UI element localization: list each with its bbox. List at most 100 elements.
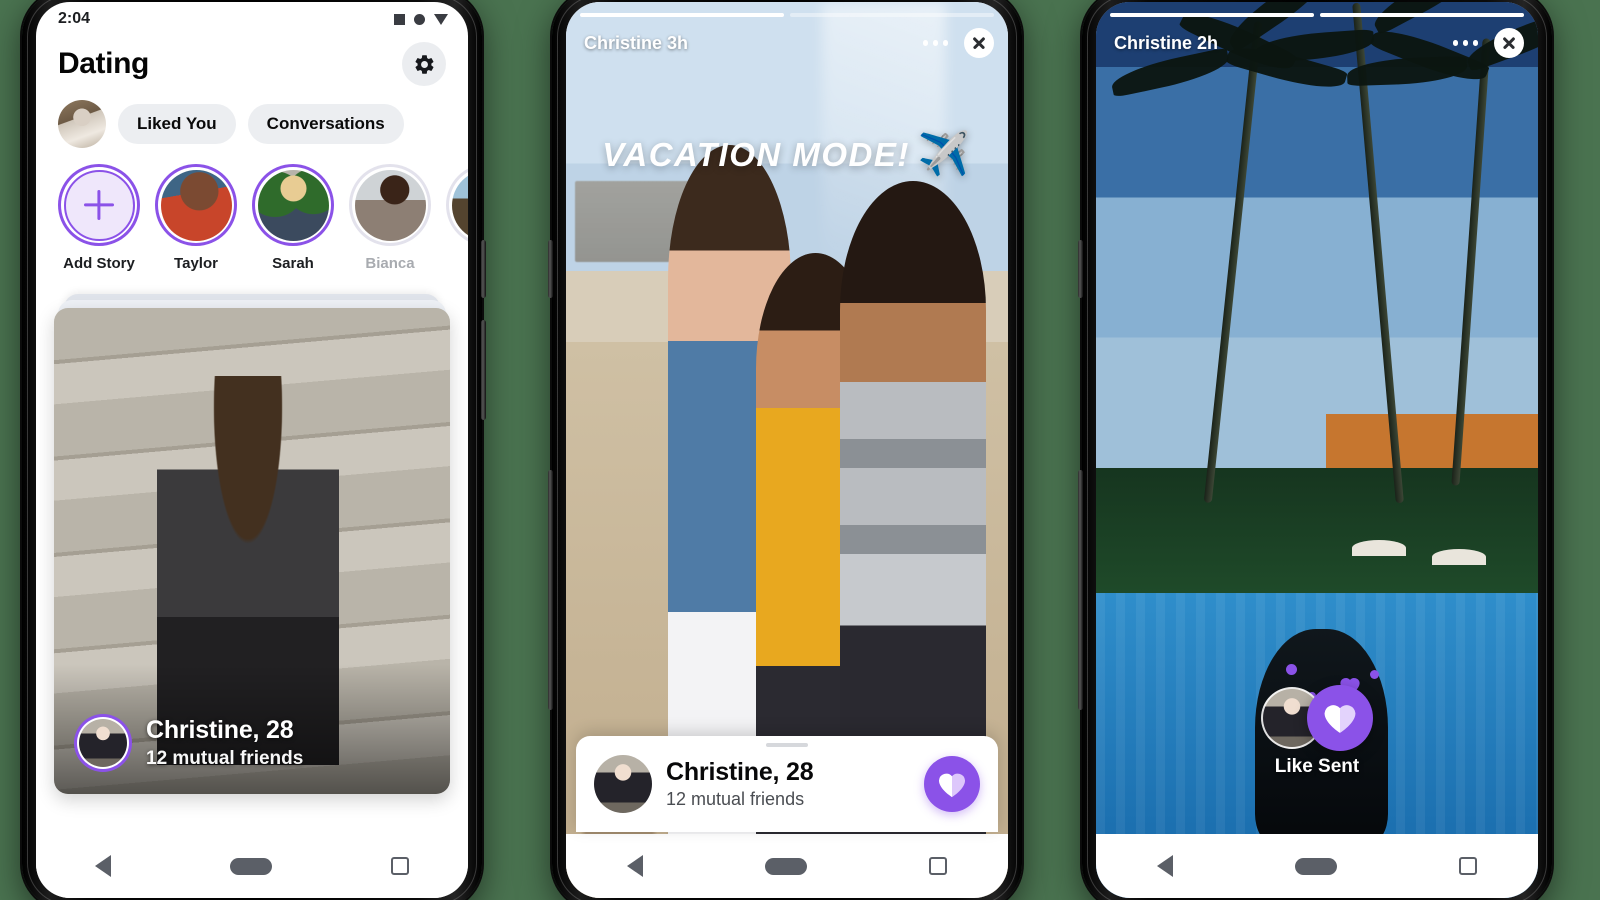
power-button[interactable] bbox=[1078, 240, 1083, 298]
recents-icon[interactable] bbox=[929, 857, 947, 875]
story-ring-new bbox=[58, 164, 140, 246]
avatar bbox=[594, 755, 652, 813]
profile-name: Christine, 28 bbox=[666, 758, 814, 786]
story-author: Christine 3h bbox=[584, 32, 689, 53]
story-item-sarah[interactable]: Sarah bbox=[252, 164, 334, 272]
story-item-taylor[interactable]: Taylor bbox=[155, 164, 237, 272]
story-label: Taylor bbox=[174, 255, 218, 272]
story-thumbnail bbox=[451, 169, 468, 241]
back-icon[interactable] bbox=[627, 855, 643, 877]
profile-name: Christine, 28 bbox=[146, 716, 294, 744]
power-button[interactable] bbox=[548, 240, 553, 298]
story-progress-bar bbox=[1110, 13, 1524, 17]
story-item-partial[interactable]: Sp bbox=[446, 164, 468, 272]
add-story-button[interactable] bbox=[63, 169, 135, 241]
heart-icon bbox=[1324, 705, 1356, 733]
status-bar: 2:04 bbox=[36, 2, 468, 36]
circle-icon bbox=[414, 13, 425, 25]
like-button[interactable] bbox=[924, 756, 980, 812]
square-icon bbox=[394, 13, 405, 25]
recents-icon[interactable] bbox=[390, 857, 409, 875]
gear-icon bbox=[414, 54, 433, 74]
progress-segment bbox=[790, 13, 994, 17]
android-nav-bar bbox=[1096, 834, 1538, 898]
profile-card-deck: Christine, 28 12 mutual friends bbox=[54, 294, 450, 794]
story-viewer[interactable]: Christine 2h Like Sent bbox=[1096, 2, 1538, 898]
chip-liked-you[interactable]: Liked You bbox=[118, 104, 236, 144]
story-sticker-text: VACATION MODE! ✈️ bbox=[566, 130, 1008, 179]
avatar bbox=[79, 719, 127, 767]
home-icon[interactable] bbox=[1295, 857, 1337, 875]
profile-card[interactable]: Christine, 28 12 mutual friends bbox=[54, 308, 450, 794]
power-button[interactable] bbox=[481, 240, 486, 298]
phone1-screen: 2:04 Dating Liked You Conversations Add … bbox=[36, 2, 468, 898]
progress-segment bbox=[1320, 13, 1524, 17]
sticker-label: VACATION MODE! bbox=[602, 135, 910, 173]
avatar[interactable] bbox=[58, 100, 106, 148]
phone-device-like-sent: Christine 2h Like Sent bbox=[1078, 0, 1552, 900]
more-dots-icon[interactable] bbox=[922, 40, 948, 46]
more-dots-icon[interactable] bbox=[1452, 40, 1478, 46]
volume-button[interactable] bbox=[1078, 470, 1083, 710]
app-header: Dating bbox=[36, 36, 468, 86]
volume-button[interactable] bbox=[548, 470, 553, 710]
profile-avatar-ring[interactable] bbox=[74, 714, 132, 772]
story-top-bar: Christine 2h bbox=[1114, 28, 1524, 58]
story-ring-new bbox=[155, 164, 237, 246]
story-thumbnail bbox=[354, 169, 426, 241]
close-icon[interactable] bbox=[1494, 28, 1524, 58]
status-bar-time: 2:04 bbox=[58, 10, 91, 27]
plus-icon bbox=[84, 190, 114, 220]
heart-icon bbox=[937, 771, 967, 798]
phone-device-dating-home: 2:04 Dating Liked You Conversations Add … bbox=[22, 0, 486, 900]
android-nav-bar bbox=[566, 834, 1008, 898]
particle-bubble bbox=[1370, 670, 1380, 679]
story-thumbnail bbox=[160, 169, 232, 241]
triangle-down-icon bbox=[434, 13, 448, 25]
phone3-screen: Christine 2h Like Sent bbox=[1096, 2, 1538, 898]
phone2-screen: Christine 3h VACATION MODE! ✈️ Christine… bbox=[566, 2, 1008, 898]
back-icon[interactable] bbox=[1157, 855, 1173, 877]
story-label: Bianca bbox=[365, 255, 415, 272]
story-label: Add Story bbox=[63, 255, 135, 272]
phone-device-story-view: Christine 3h VACATION MODE! ✈️ Christine… bbox=[548, 0, 1022, 900]
page-title: Dating bbox=[58, 47, 149, 80]
back-icon[interactable] bbox=[95, 855, 112, 877]
close-icon[interactable] bbox=[964, 28, 994, 58]
android-nav-bar bbox=[36, 834, 468, 898]
chip-conversations[interactable]: Conversations bbox=[247, 104, 404, 144]
status-bar-icons bbox=[394, 13, 448, 25]
progress-segment bbox=[580, 13, 784, 17]
pool-umbrella bbox=[1352, 539, 1407, 556]
volume-button[interactable] bbox=[481, 320, 486, 420]
recents-icon[interactable] bbox=[1459, 857, 1477, 875]
story-ring-new bbox=[252, 164, 334, 246]
story-item-bianca[interactable]: Bianca bbox=[349, 164, 431, 272]
story-top-bar: Christine 3h bbox=[584, 28, 994, 58]
like-sent-heart-button[interactable] bbox=[1307, 685, 1373, 751]
airplane-icon: ✈️ bbox=[917, 130, 972, 177]
profile-card-meta: Christine, 28 12 mutual friends bbox=[74, 714, 303, 772]
pool-umbrella bbox=[1431, 548, 1486, 565]
screenshot-root: 2:04 Dating Liked You Conversations Add … bbox=[0, 0, 1600, 900]
particle-bubble bbox=[1286, 664, 1298, 675]
like-sent-confirmation: Like Sent bbox=[1096, 658, 1538, 778]
story-ring-seen bbox=[349, 164, 431, 246]
story-add[interactable]: Add Story bbox=[58, 164, 140, 272]
home-icon[interactable] bbox=[229, 857, 272, 875]
progress-segment bbox=[1110, 13, 1314, 17]
story-viewer[interactable]: Christine 3h VACATION MODE! ✈️ Christine… bbox=[566, 2, 1008, 898]
filter-row: Liked You Conversations bbox=[36, 86, 468, 148]
story-thumbnail bbox=[257, 169, 329, 241]
stories-tray[interactable]: Add Story Taylor Sarah Bianca bbox=[36, 148, 468, 272]
settings-button[interactable] bbox=[402, 42, 446, 86]
sheet-grabber[interactable] bbox=[766, 743, 808, 747]
like-sent-label: Like Sent bbox=[1274, 756, 1360, 777]
profile-bottom-sheet[interactable]: Christine, 28 12 mutual friends bbox=[576, 736, 998, 832]
story-ring-seen bbox=[446, 164, 468, 246]
story-label: Sarah bbox=[272, 255, 314, 272]
mutual-friends: 12 mutual friends bbox=[146, 748, 304, 769]
story-label: Sp bbox=[446, 255, 468, 272]
story-progress-bar bbox=[580, 13, 994, 17]
home-icon[interactable] bbox=[765, 857, 807, 875]
